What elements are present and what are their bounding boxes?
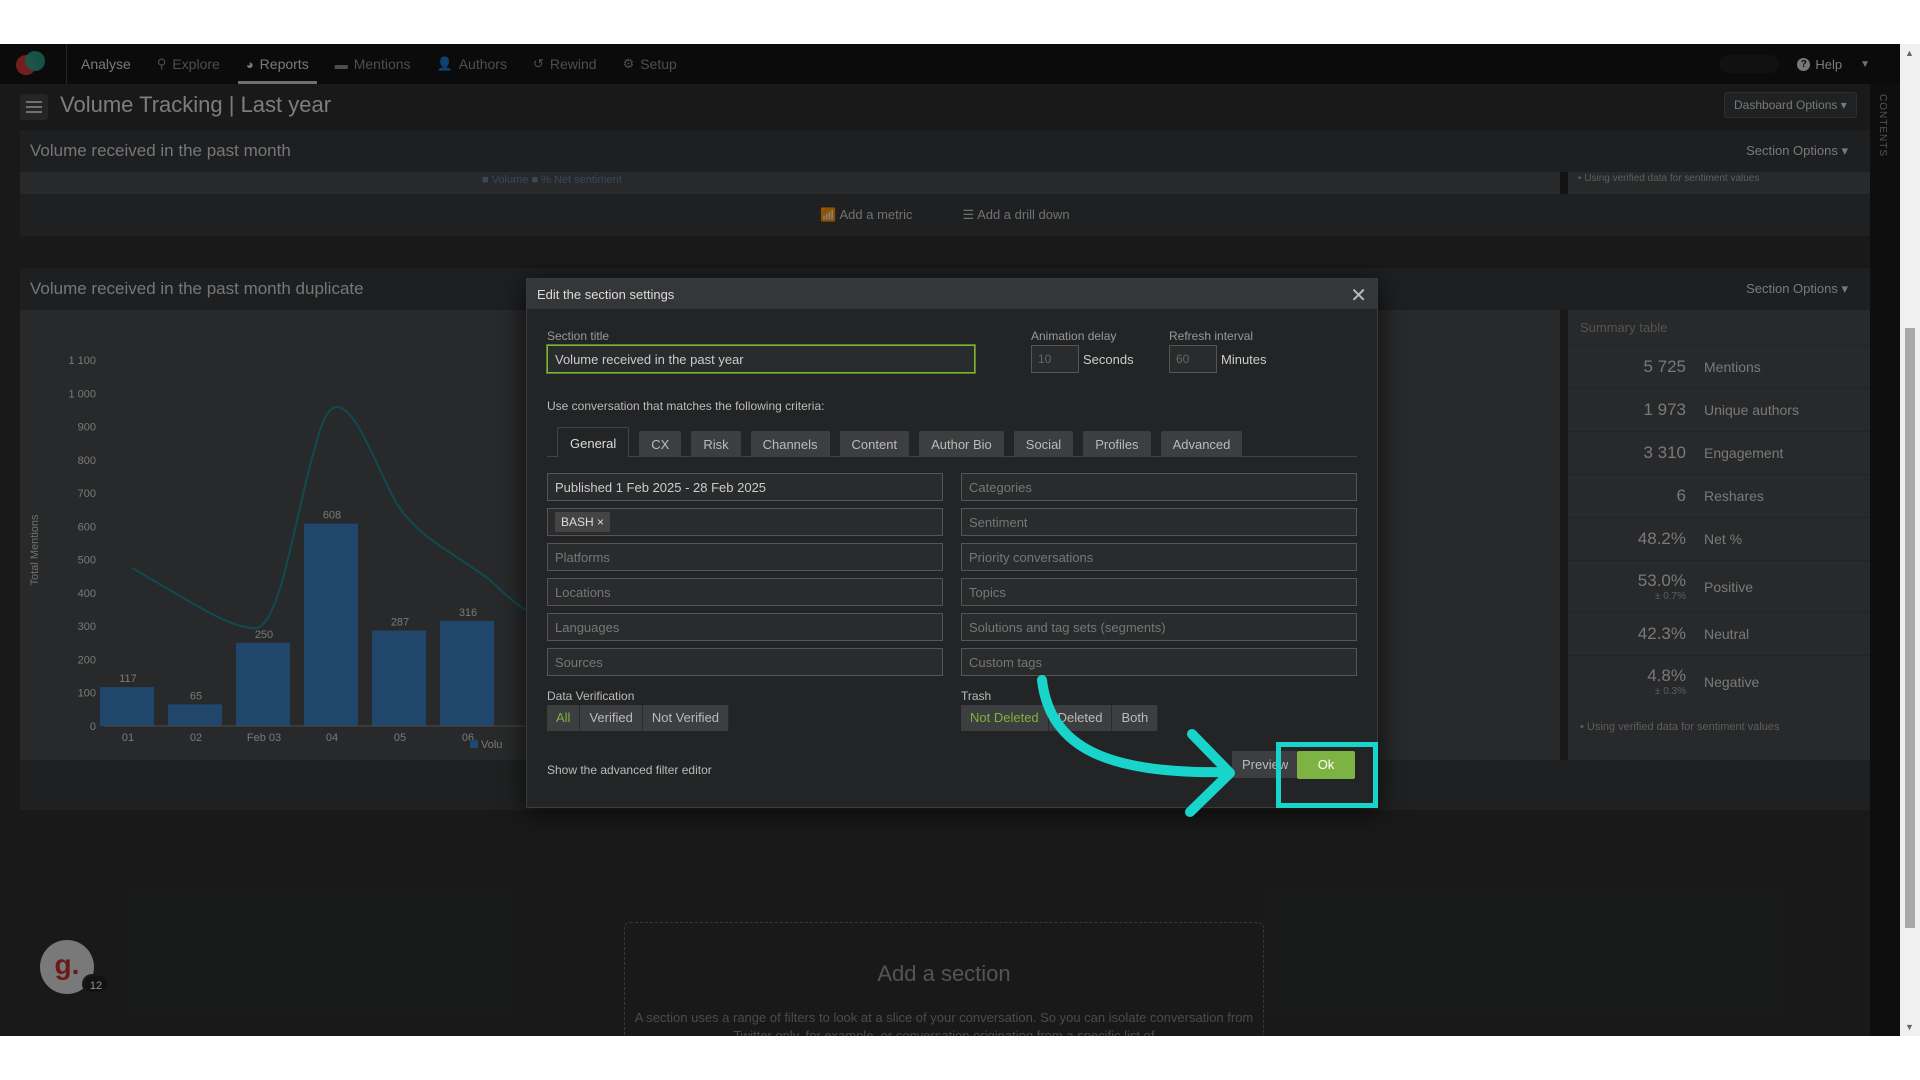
- app-window: Analyse ⚲ Explore ◕ Reports ▬ Mentions 👤 Aut…: [0, 44, 1920, 1036]
- section-title-input[interactable]: Volume received in the past year: [547, 345, 975, 373]
- tab-profiles[interactable]: Profiles: [1083, 431, 1151, 457]
- animation-delay-input[interactable]: 10: [1031, 345, 1079, 373]
- page-scrollbar[interactable]: ▲ ▼: [1900, 44, 1920, 1036]
- scrollbar-thumb[interactable]: [1905, 328, 1915, 928]
- minutes-label: Minutes: [1221, 352, 1267, 367]
- tab-cx[interactable]: CX: [639, 431, 682, 457]
- tab-general[interactable]: General: [557, 427, 630, 457]
- tab-advanced[interactable]: Advanced: [1160, 431, 1243, 457]
- tab-channels[interactable]: Channels: [750, 431, 830, 457]
- topics-field[interactable]: Topics: [961, 578, 1357, 606]
- verification-all[interactable]: All: [547, 705, 581, 731]
- date-range-field[interactable]: Published 1 Feb 2025 - 28 Feb 2025: [547, 473, 943, 501]
- verification-toggle: All Verified Not Verified: [547, 705, 730, 731]
- ok-button[interactable]: Ok: [1297, 751, 1355, 779]
- animation-delay-label: Animation delay: [1031, 329, 1117, 343]
- edit-section-dialog: Edit the section settings ✕ Section titl…: [526, 278, 1378, 808]
- sources-field[interactable]: Sources: [547, 648, 943, 676]
- tab-content[interactable]: Content: [839, 431, 910, 457]
- refresh-interval-input[interactable]: 60: [1169, 345, 1217, 373]
- scroll-up-icon[interactable]: ▲: [1905, 48, 1914, 58]
- locations-field[interactable]: Locations: [547, 578, 943, 606]
- platforms-field[interactable]: Platforms: [547, 543, 943, 571]
- scroll-down-icon[interactable]: ▼: [1905, 1022, 1914, 1032]
- filter-chip[interactable]: BASH ×: [555, 512, 611, 532]
- advanced-filter-link[interactable]: Show the advanced filter editor: [547, 763, 712, 777]
- verification-not-verified[interactable]: Not Verified: [642, 705, 730, 731]
- seconds-label: Seconds: [1083, 352, 1134, 367]
- categories-field[interactable]: Categories: [961, 473, 1357, 501]
- tab-author-bio[interactable]: Author Bio: [919, 431, 1004, 457]
- section-title-label: Section title: [547, 329, 610, 343]
- verification-verified[interactable]: Verified: [580, 705, 643, 731]
- priority-conversations-field[interactable]: Priority conversations: [961, 543, 1357, 571]
- criteria-tabs: General CX Risk Channels Content Author …: [547, 427, 1357, 457]
- sentiment-field[interactable]: Sentiment: [961, 508, 1357, 536]
- custom-tags-field[interactable]: Custom tags: [961, 648, 1357, 676]
- languages-field[interactable]: Languages: [547, 613, 943, 641]
- trash-both[interactable]: Both: [1112, 705, 1159, 731]
- dialog-title: Edit the section settings: [527, 279, 1377, 309]
- trash-deleted[interactable]: Deleted: [1048, 705, 1113, 731]
- tab-social[interactable]: Social: [1013, 431, 1074, 457]
- tab-risk[interactable]: Risk: [691, 431, 741, 457]
- refresh-interval-label: Refresh interval: [1169, 329, 1254, 343]
- close-icon[interactable]: ✕: [1350, 283, 1367, 308]
- trash-label: Trash: [961, 689, 992, 703]
- preview-button[interactable]: Preview: [1232, 751, 1299, 778]
- trash-not-deleted[interactable]: Not Deleted: [961, 705, 1049, 731]
- brand-filter-field[interactable]: BASH ×: [547, 508, 943, 536]
- criteria-text: Use conversation that matches the follow…: [547, 399, 825, 413]
- trash-toggle: Not Deleted Deleted Both: [961, 705, 1159, 731]
- segments-field[interactable]: Solutions and tag sets (segments): [961, 613, 1357, 641]
- data-verification-label: Data Verification: [547, 689, 635, 703]
